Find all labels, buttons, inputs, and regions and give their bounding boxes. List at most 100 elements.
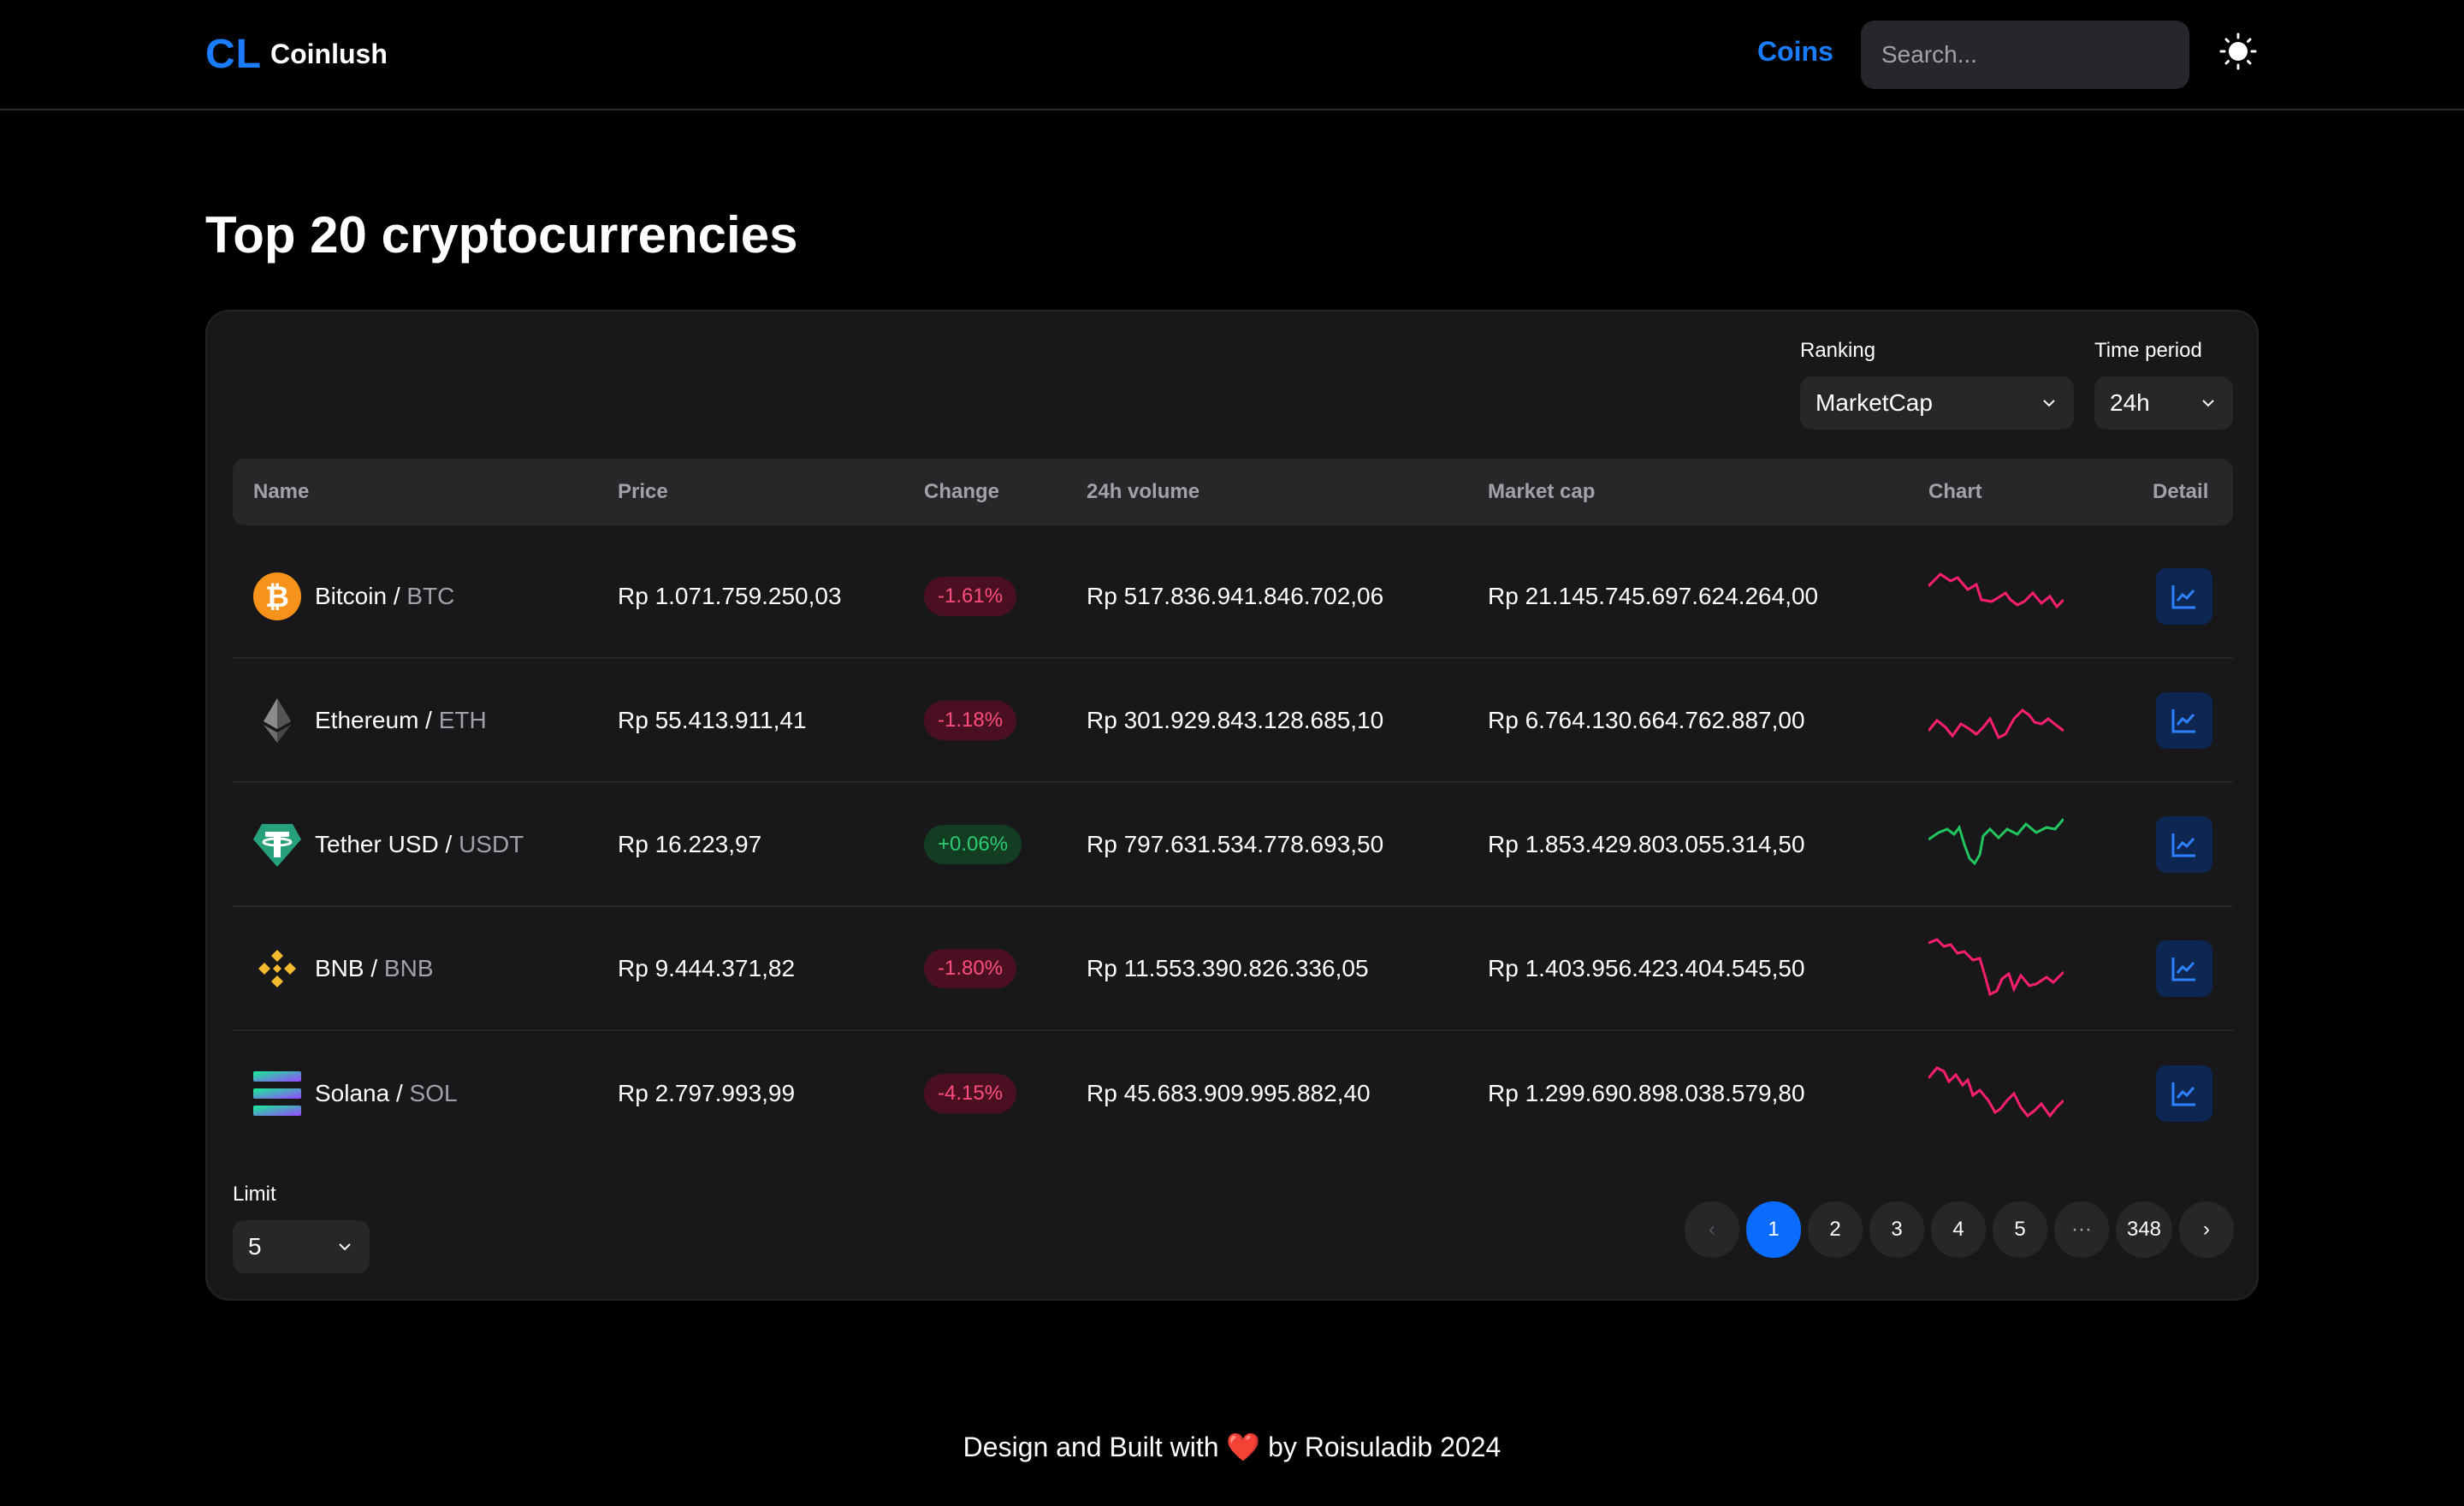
pagination-page-last[interactable]: 348 (2116, 1201, 2172, 1258)
coin-name: Tether USD / USDT (315, 830, 524, 857)
sparkline-chart (1928, 817, 2064, 865)
table-row[interactable]: Solana / SOL Rp 2.797.993,99 -4.15% Rp 4… (233, 1031, 2233, 1155)
coin-price: Rp 1.071.759.250,03 (618, 582, 842, 609)
footer-text: by Roisuladib 2024 (1260, 1432, 1502, 1462)
header-detail: Detail (2153, 480, 2209, 503)
header-market-cap: Market cap (1488, 480, 1596, 503)
coin-symbol: BTC (406, 582, 455, 609)
pagination-page-2[interactable]: 2 (1808, 1201, 1863, 1258)
sun-icon (2219, 33, 2257, 70)
header-change: Change (924, 480, 1000, 503)
coin-market-cap: Rp 1.403.956.423.404.545,50 (1488, 954, 1805, 981)
coin-symbol: SOL (409, 1079, 458, 1106)
coin-name: Solana / SOL (315, 1079, 458, 1106)
detail-button[interactable] (2156, 940, 2212, 997)
tether-icon (253, 823, 301, 867)
line-chart-icon (2171, 957, 2195, 981)
ranking-label: Ranking (1800, 339, 1876, 362)
coin-name: Ethereum / ETH (315, 706, 487, 733)
coin-price: Rp 9.444.371,82 (618, 954, 796, 981)
page: CL Coinlush Coins Top 20 cryptocurrencie… (0, 0, 2464, 1506)
coin-symbol: USDT (459, 830, 524, 857)
coin-market-cap: Rp 6.764.130.664.762.887,00 (1488, 706, 1805, 733)
change-badge: -1.18% (924, 700, 1017, 740)
change-badge: +0.06% (924, 824, 1022, 864)
nav-coins-link[interactable]: Coins (1757, 36, 1833, 68)
detail-button[interactable] (2156, 567, 2212, 625)
search-input[interactable] (1861, 21, 2189, 89)
pagination-ellipsis[interactable]: ··· (2054, 1201, 2109, 1258)
table-row[interactable]: BNB / BNB Rp 9.444.371,82 -1.80% Rp 11.5… (233, 907, 2233, 1031)
line-chart-icon (2171, 833, 2195, 857)
table-header: Name Price Change 24h volume Market cap … (233, 459, 2233, 525)
time-period-label: Time period (2094, 339, 2202, 362)
sparkline-chart (1928, 937, 2064, 996)
logo[interactable]: CL Coinlush (205, 31, 388, 78)
table-row[interactable]: Tether USD / USDT Rp 16.223,97 +0.06% Rp… (233, 783, 2233, 907)
line-chart-icon (2171, 1082, 2195, 1106)
coin-volume: Rp 301.929.843.128.685,10 (1087, 706, 1384, 733)
ranking-value: MarketCap (1815, 389, 1933, 416)
time-period-select[interactable]: 24h (2094, 376, 2233, 430)
top-navbar: CL Coinlush Coins (0, 0, 2464, 110)
logo-mark: CL (205, 32, 262, 77)
sparkline-chart (1928, 708, 2064, 739)
time-period-value: 24h (2110, 389, 2150, 416)
pagination-page-5[interactable]: 5 (1993, 1201, 2047, 1258)
coins-table-card: Ranking MarketCap Time period 24h Name P… (205, 310, 2259, 1301)
change-badge: -4.15% (924, 1073, 1017, 1113)
coin-price: Rp 55.413.911,41 (618, 706, 807, 733)
pagination-next-button[interactable]: › (2179, 1201, 2234, 1258)
pagination-page-4[interactable]: 4 (1931, 1201, 1986, 1258)
header-price: Price (618, 480, 668, 503)
ranking-select[interactable]: MarketCap (1800, 376, 2074, 430)
logo-text: Coinlush (270, 39, 388, 69)
coin-market-cap: Rp 1.853.429.803.055.314,50 (1488, 830, 1805, 857)
coin-name: BNB / BNB (315, 954, 434, 981)
detail-button[interactable] (2156, 815, 2212, 873)
header-chart: Chart (1928, 480, 1982, 503)
coin-volume: Rp 517.836.941.846.702,06 (1087, 582, 1384, 609)
coin-name: Bitcoin / BTC (315, 582, 455, 609)
coin-volume: Rp 797.631.534.778.693,50 (1087, 830, 1384, 857)
heart-icon: ❤️ (1226, 1432, 1261, 1462)
line-chart-icon (2171, 584, 2195, 608)
limit-select[interactable]: 5 (233, 1220, 370, 1273)
bitcoin-icon: ₿ (253, 572, 301, 620)
coin-volume: Rp 11.553.390.826.336,05 (1087, 954, 1369, 981)
change-badge: -1.61% (924, 576, 1017, 616)
coin-volume: Rp 45.683.909.995.882,40 (1087, 1079, 1371, 1106)
bnb-icon (258, 949, 296, 987)
pagination-prev-button[interactable]: ‹ (1685, 1201, 1739, 1258)
page-title: Top 20 cryptocurrencies (205, 206, 798, 264)
coin-market-cap: Rp 21.145.745.697.624.264,00 (1488, 582, 1819, 609)
limit-label: Limit (233, 1183, 276, 1206)
svg-text:₿: ₿ (265, 580, 289, 614)
ethereum-icon (264, 697, 291, 743)
pagination-page-1[interactable]: 1 (1746, 1201, 1801, 1258)
table-row[interactable]: ₿ Bitcoin / BTC Rp 1.071.759.250,03 -1.6… (233, 535, 2233, 659)
theme-toggle-button[interactable] (2219, 33, 2257, 70)
detail-button[interactable] (2156, 1064, 2212, 1122)
footer-credit: Design and Built with ❤️ by Roisuladib 2… (0, 1431, 2464, 1463)
sparkline-chart (1928, 572, 2064, 608)
header-volume: 24h volume (1087, 480, 1200, 503)
header-name: Name (253, 480, 310, 503)
chevron-down-icon (2202, 400, 2214, 407)
detail-button[interactable] (2156, 691, 2212, 749)
coin-symbol: ETH (438, 706, 487, 733)
chevron-down-icon (2043, 400, 2055, 407)
coin-price: Rp 2.797.993,99 (618, 1079, 796, 1106)
coin-price: Rp 16.223,97 (618, 830, 762, 857)
line-chart-icon (2171, 709, 2195, 732)
sparkline-chart (1928, 1065, 2064, 1118)
pagination-page-3[interactable]: 3 (1869, 1201, 1924, 1258)
coin-symbol: BNB (383, 954, 434, 981)
limit-value: 5 (248, 1233, 262, 1260)
table-row[interactable]: Ethereum / ETH Rp 55.413.911,41 -1.18% R… (233, 659, 2233, 783)
coin-market-cap: Rp 1.299.690.898.038.579,80 (1488, 1079, 1805, 1106)
change-badge: -1.80% (924, 948, 1017, 988)
chevron-down-icon (339, 1243, 351, 1251)
footer-text: Design and Built with (962, 1432, 1227, 1462)
solana-icon (253, 1070, 301, 1116)
